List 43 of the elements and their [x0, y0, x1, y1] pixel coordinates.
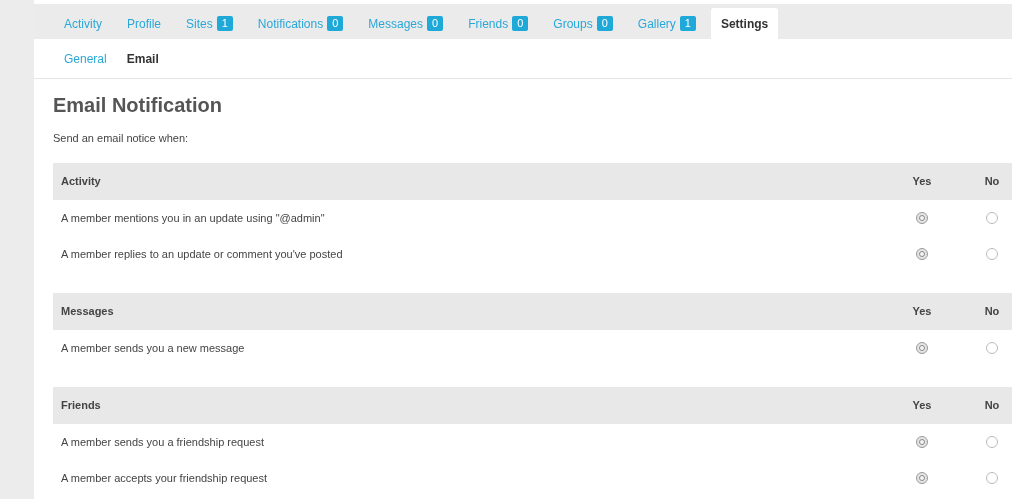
radio-button[interactable] — [916, 248, 928, 260]
radio-button[interactable] — [986, 212, 998, 224]
sub-tab[interactable]: General — [54, 49, 117, 68]
column-heading: No — [983, 174, 1001, 190]
radio-button[interactable] — [986, 436, 998, 448]
count-badge: 1 — [216, 16, 233, 31]
nav-tab[interactable]: Profile — [117, 8, 172, 39]
section-heading: Messages — [60, 304, 115, 320]
count-badge: 0 — [327, 16, 344, 31]
section-heading: Friends — [60, 398, 102, 414]
notification-label: A member accepts your friendship request — [60, 470, 269, 486]
nav-tab[interactable]: Groups 0 — [543, 8, 623, 39]
radio-button[interactable] — [916, 472, 928, 484]
count-badge: 0 — [512, 16, 529, 31]
intro-text: Send an email notice when: — [53, 131, 190, 145]
notification-label: A member sends you a friendship request — [60, 434, 265, 450]
count-badge: 0 — [596, 16, 613, 31]
nav-tab[interactable]: Settings — [710, 8, 779, 39]
sub-tab[interactable]: Email — [116, 49, 169, 68]
radio-button[interactable] — [916, 342, 928, 354]
column-heading: Yes — [911, 398, 933, 414]
column-heading: No — [983, 304, 1001, 320]
radio-button[interactable] — [986, 248, 998, 260]
radio-button[interactable] — [986, 472, 998, 484]
nav-tab[interactable]: Activity — [54, 8, 112, 39]
nav-tab[interactable]: Friends 0 — [458, 8, 539, 39]
column-heading: Yes — [911, 304, 933, 320]
nav-tab[interactable]: Sites 1 — [176, 8, 243, 39]
notification-label: A member replies to an update or comment you've posted — [60, 246, 344, 262]
nav-tab[interactable]: Messages 0 — [358, 8, 454, 39]
column-heading: No — [983, 398, 1001, 414]
count-badge: 1 — [679, 16, 696, 31]
section-heading: Activity — [60, 174, 102, 190]
radio-button[interactable] — [916, 212, 928, 224]
nav-tab[interactable]: Notifications 0 — [247, 8, 354, 39]
count-badge: 0 — [427, 16, 444, 31]
page-title: Email Notification — [53, 93, 223, 117]
radio-button[interactable] — [916, 436, 928, 448]
notification-label: A member sends you a new message — [60, 340, 246, 356]
nav-tab[interactable]: Gallery 1 — [627, 8, 706, 39]
radio-button[interactable] — [986, 342, 998, 354]
notification-label: A member mentions you in an update using "@admin" — [60, 210, 326, 226]
column-heading: Yes — [911, 174, 933, 190]
